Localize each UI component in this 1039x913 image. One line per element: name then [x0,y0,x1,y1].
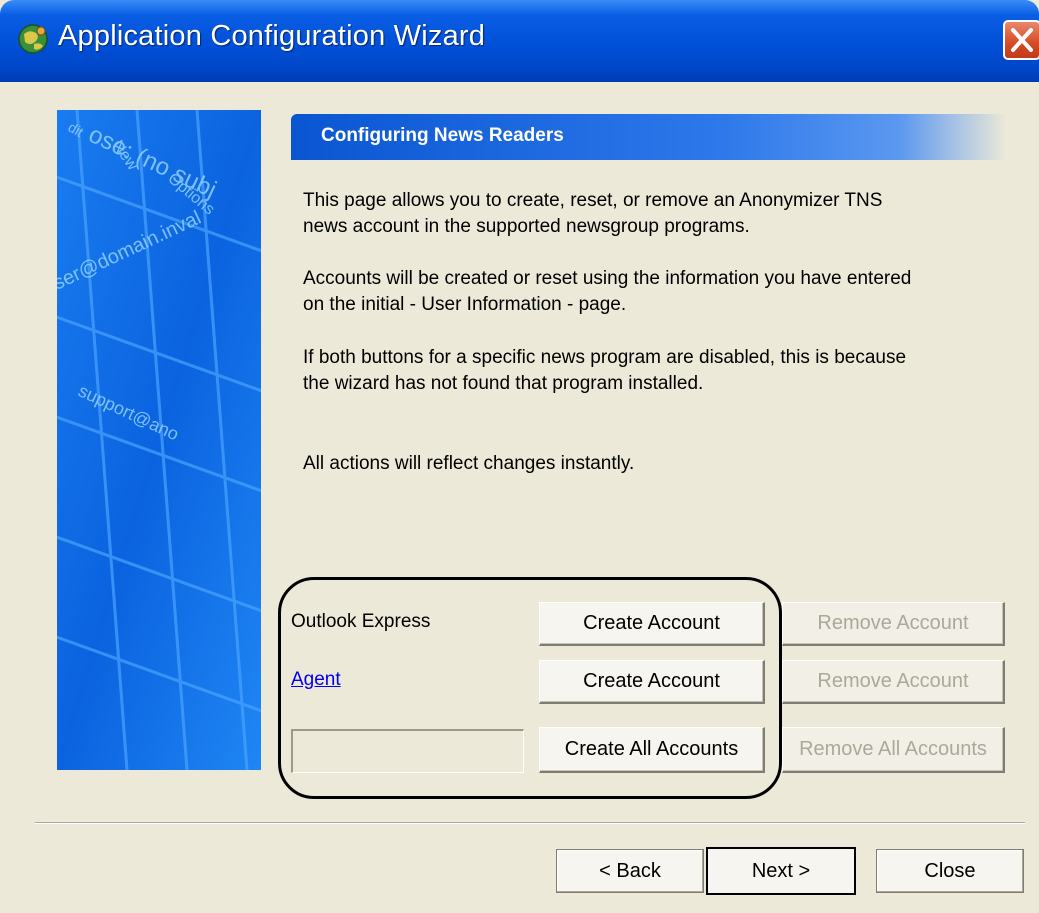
status-field [291,729,524,773]
next-button[interactable]: Next > [706,847,856,895]
create-account-agent-button[interactable]: Create Account [539,660,765,704]
back-button[interactable]: < Back [556,849,704,893]
create-all-accounts-button[interactable]: Create All Accounts [539,727,765,773]
instant-changes-paragraph: All actions will reflect changes instant… [303,453,635,474]
program-label-outlook-express: Outlook Express [291,611,431,632]
remove-account-outlook-express-button[interactable]: Remove Account [782,602,1005,646]
close-window-button[interactable] [1003,20,1039,60]
remove-account-agent-button[interactable]: Remove Account [782,660,1005,704]
accounts-paragraph: Accounts will be created or reset using … [303,268,912,315]
window-title: Application Configuration Wizard [58,20,486,52]
agent-link[interactable]: Agent [291,669,341,690]
remove-all-accounts-button[interactable]: Remove All Accounts [782,727,1005,773]
close-button[interactable]: Close [876,849,1024,893]
page-title: Configuring News Readers [321,125,564,146]
side-banner-image: ose: (no subj ser@domain.inval support@a… [57,110,261,770]
app-icon [18,24,48,54]
create-account-outlook-express-button[interactable]: Create Account [539,602,765,646]
side-banner-graphic: ose: (no subj ser@domain.inval support@a… [57,110,261,770]
intro-paragraph: This page allows you to create, reset, o… [303,190,883,237]
program-label-agent[interactable]: Agent [291,669,341,691]
disabled-buttons-paragraph: If both buttons for a specific news prog… [303,347,907,394]
footer-separator [35,822,1025,824]
title-bar[interactable]: Application Configuration Wizard [0,0,1039,82]
page-header: Configuring News Readers [291,114,1007,160]
close-icon [1011,28,1033,52]
